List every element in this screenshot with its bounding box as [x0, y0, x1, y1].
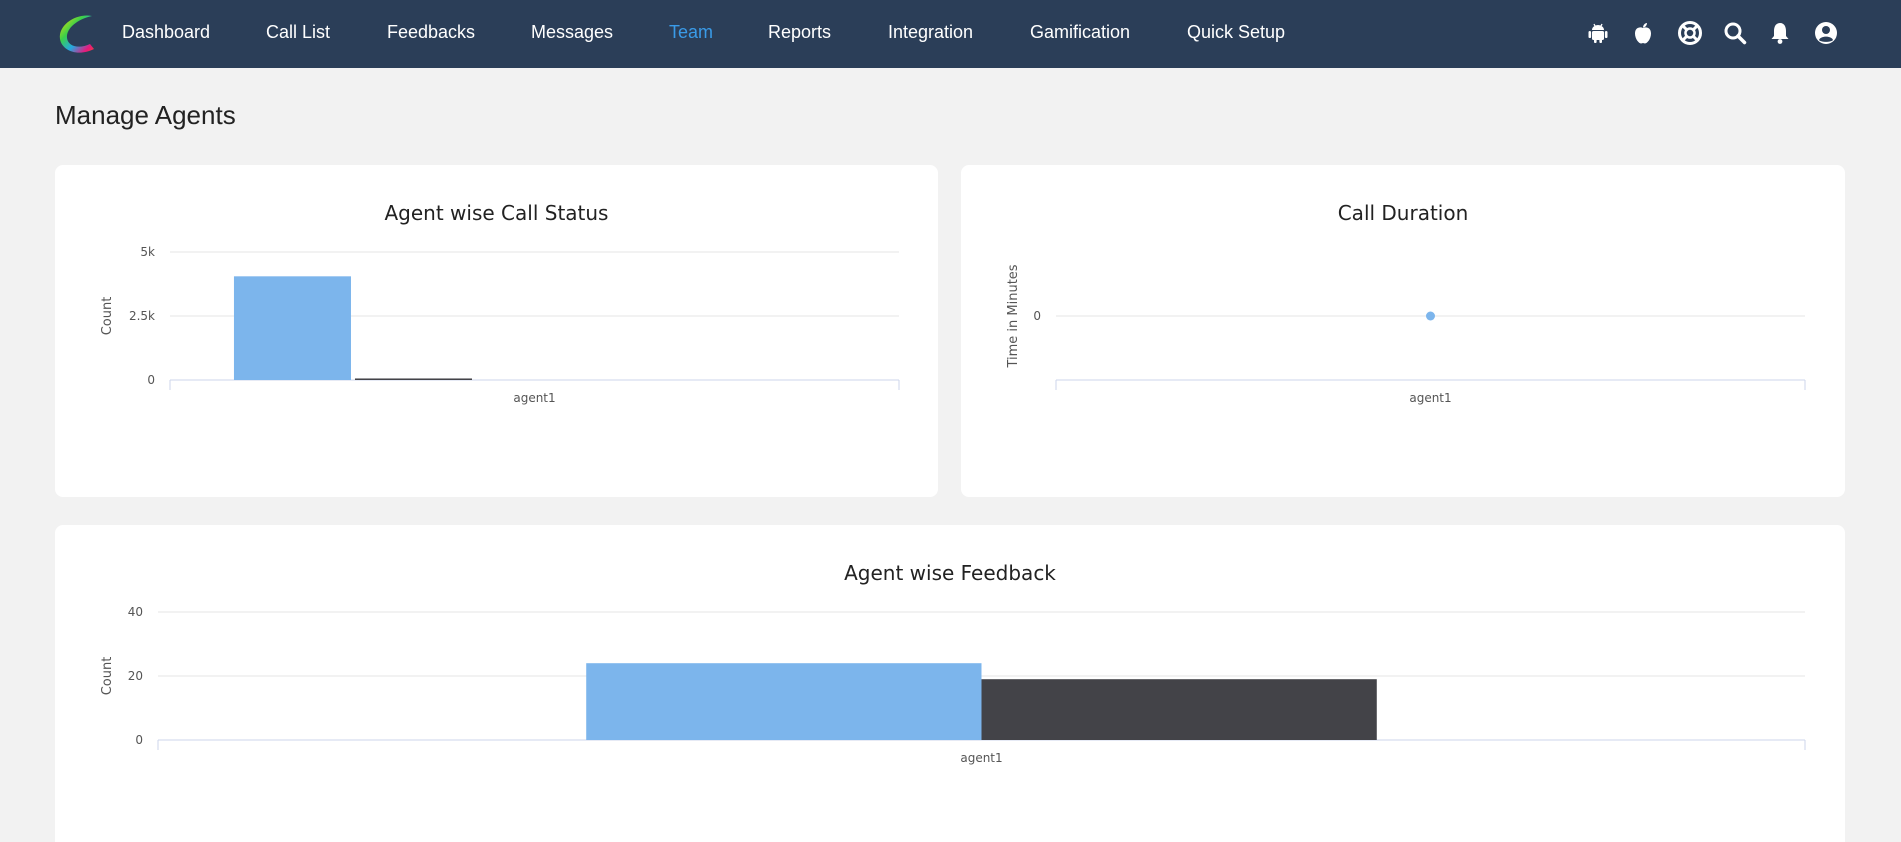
y-tick-label: 2.5k: [129, 309, 155, 323]
nav-integration[interactable]: Integration: [888, 22, 973, 43]
nav-reports[interactable]: Reports: [768, 22, 831, 43]
y-axis-title: Time in Minutes: [1006, 264, 1021, 368]
feedback-card: Agent wise Feedback 0 20 40 agent1 Count: [55, 525, 1845, 842]
y-axis-title: Count: [100, 657, 115, 696]
feedback-chart: 0 20 40 agent1 Count: [100, 605, 1806, 765]
nav-team[interactable]: Team: [669, 22, 713, 43]
y-tick-label: 20: [128, 669, 143, 683]
x-tick-label: agent1: [513, 391, 555, 405]
call-status-chart: 0 2.5k 5k agent1 Count: [100, 245, 900, 405]
nav-call-list[interactable]: Call List: [266, 22, 330, 43]
nav-feedbacks[interactable]: Feedbacks: [387, 22, 475, 43]
bar: [354, 378, 472, 380]
page-title: Manage Agents: [55, 100, 236, 130]
app-logo-icon[interactable]: [54, 11, 100, 57]
y-tick-label: 0: [147, 373, 155, 387]
y-tick-label: 0: [135, 733, 143, 747]
x-tick-label: agent1: [960, 751, 1002, 765]
y-tick-label: 5k: [140, 245, 155, 259]
bar: [981, 679, 1377, 740]
y-tick-label: 40: [128, 605, 143, 619]
y-axis-title: Count: [100, 297, 115, 336]
bar: [586, 663, 982, 740]
bell-icon[interactable]: [1767, 20, 1793, 46]
apple-icon[interactable]: [1630, 20, 1656, 46]
call-status-card: Agent wise Call Status 0 2.5k 5k agent1 Coun…: [55, 165, 938, 497]
user-icon[interactable]: [1813, 20, 1839, 46]
nav-gamification[interactable]: Gamification: [1030, 22, 1130, 43]
x-tick-label: agent1: [1409, 391, 1451, 405]
bar: [233, 276, 351, 380]
call-duration-chart: 0 agent1 Time in Minutes: [1006, 264, 1806, 405]
data-point: [1426, 311, 1435, 321]
y-tick-label: 0: [1033, 309, 1041, 323]
android-icon[interactable]: [1585, 20, 1611, 46]
nav-messages[interactable]: Messages: [531, 22, 613, 43]
support-icon[interactable]: [1677, 20, 1703, 46]
search-icon[interactable]: [1722, 20, 1748, 46]
nav-dashboard[interactable]: Dashboard: [122, 22, 210, 43]
top-nav: Dashboard Call List Feedbacks Messages T…: [0, 0, 1901, 68]
nav-quick-setup[interactable]: Quick Setup: [1187, 22, 1285, 43]
call-duration-card: Call Duration 0 agent1 Time in Minutes: [961, 165, 1845, 497]
